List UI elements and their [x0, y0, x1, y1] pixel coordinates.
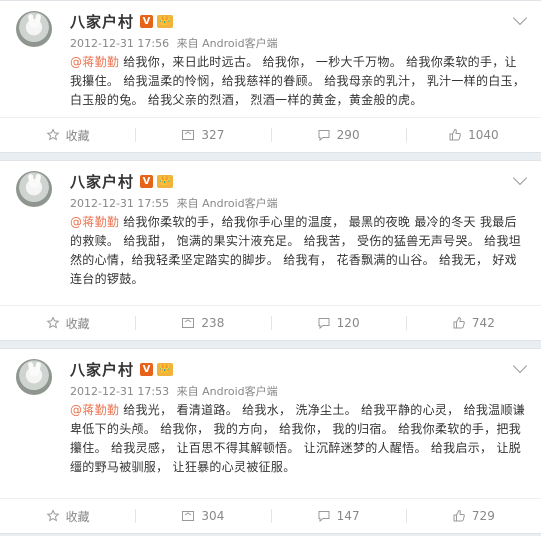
username[interactable]: 八家户村 — [70, 11, 134, 32]
username[interactable]: 八家户村 — [70, 359, 134, 380]
crown-badge-icon: 👑 — [157, 174, 174, 188]
comment-button[interactable]: 147 — [270, 499, 406, 533]
post-card: 八家户村 V 👑 2012-12-31 17:53 来自 Android客户端 … — [0, 348, 541, 534]
post-meta: 2012-12-31 17:53 来自 Android客户端 — [70, 383, 282, 399]
timestamp: 2012-12-31 17:56 — [70, 37, 170, 50]
mention-link[interactable]: @蒋勤勤 — [70, 403, 119, 417]
action-bar: 收藏 238 120 742 — [0, 305, 541, 340]
post-card: 八家户村 V 👑 2012-12-31 17:56 来自 Android客户端 … — [0, 0, 541, 153]
repost-count: 238 — [201, 316, 225, 330]
thumbs-up-icon — [448, 128, 462, 142]
thumbs-up-icon — [452, 509, 466, 523]
weibo-feed: 八家户村 V 👑 2012-12-31 17:56 来自 Android客户端 … — [0, 0, 541, 534]
repost-button[interactable]: 327 — [135, 118, 270, 152]
post-body: 给我你，来日此时远古。 给我你， 一秒大千万物。 给我你柔软的手，让我攥住。 给… — [70, 55, 526, 107]
post-header: 八家户村 V 👑 — [70, 171, 174, 192]
post-header: 八家户村 V 👑 — [70, 359, 174, 380]
verified-badge: V — [140, 14, 154, 28]
favorite-button[interactable]: 收藏 — [0, 306, 135, 340]
comment-button[interactable]: 290 — [270, 118, 406, 152]
comment-button[interactable]: 120 — [270, 306, 406, 340]
repost-button[interactable]: 238 — [135, 306, 270, 340]
like-count: 742 — [471, 316, 495, 330]
crown-badge-icon: 👑 — [157, 362, 174, 376]
comment-count: 147 — [336, 509, 360, 523]
repost-count: 304 — [201, 509, 225, 523]
repost-count: 327 — [201, 128, 225, 142]
star-icon — [46, 509, 60, 523]
comment-icon — [317, 128, 331, 142]
crown-badge-icon: 👑 — [157, 14, 174, 28]
comment-icon — [317, 509, 331, 523]
post-card: 八家户村 V 👑 2012-12-31 17:55 来自 Android客户端 … — [0, 160, 541, 341]
action-bar: 收藏 327 290 1040 — [0, 117, 541, 152]
star-icon — [46, 316, 60, 330]
post-meta: 2012-12-31 17:55 来自 Android客户端 — [70, 195, 282, 211]
mention-link[interactable]: @蒋勤勤 — [70, 55, 119, 69]
post-text: @蒋勤勤 给我你柔软的手，给我你手心里的温度， 最黑的夜晚 最冷的冬天 我最后的救… — [70, 213, 527, 289]
like-button[interactable]: 1040 — [405, 118, 541, 152]
star-icon — [46, 128, 60, 142]
avatar[interactable] — [16, 171, 52, 207]
repost-icon — [181, 509, 195, 523]
comment-icon — [317, 316, 331, 330]
favorite-button[interactable]: 收藏 — [0, 499, 135, 533]
favorite-button[interactable]: 收藏 — [0, 118, 135, 152]
verified-badge: V — [140, 174, 154, 188]
timestamp: 2012-12-31 17:55 — [70, 197, 170, 210]
avatar[interactable] — [16, 11, 52, 47]
username[interactable]: 八家户村 — [70, 171, 134, 192]
favorite-label: 收藏 — [65, 509, 90, 524]
favorite-label: 收藏 — [65, 316, 90, 331]
source: 来自 Android客户端 — [176, 385, 278, 398]
mention-link[interactable]: @蒋勤勤 — [70, 215, 119, 229]
post-meta: 2012-12-31 17:56 来自 Android客户端 — [70, 35, 282, 51]
like-button[interactable]: 742 — [405, 306, 541, 340]
like-count: 1040 — [468, 128, 499, 142]
source: 来自 Android客户端 — [176, 197, 278, 210]
comment-count: 290 — [336, 128, 360, 142]
post-header: 八家户村 V 👑 — [70, 11, 174, 32]
avatar[interactable] — [16, 359, 52, 395]
timestamp: 2012-12-31 17:53 — [70, 385, 170, 398]
post-body: 给我光， 看清道路。 给我水， 洗净尘土。 给我平静的心灵， 给我温顺谦卑低下的… — [70, 403, 526, 474]
thumbs-up-icon — [452, 316, 466, 330]
source: 来自 Android客户端 — [176, 37, 278, 50]
chevron-down-icon[interactable] — [512, 358, 528, 374]
comment-count: 120 — [336, 316, 360, 330]
post-body: 给我你柔软的手，给我你手心里的温度， 最黑的夜晚 最冷的冬天 我最后的救赎。 给… — [70, 215, 522, 286]
favorite-label: 收藏 — [65, 128, 90, 143]
action-bar: 收藏 304 147 729 — [0, 498, 541, 533]
repost-icon — [181, 316, 195, 330]
post-text: @蒋勤勤 给我光， 看清道路。 给我水， 洗净尘土。 给我平静的心灵， 给我温顺谦… — [70, 401, 527, 477]
repost-icon — [181, 128, 195, 142]
verified-badge: V — [140, 362, 154, 376]
like-button[interactable]: 729 — [405, 499, 541, 533]
repost-button[interactable]: 304 — [135, 499, 270, 533]
chevron-down-icon[interactable] — [512, 170, 528, 186]
post-text: @蒋勤勤 给我你，来日此时远古。 给我你， 一秒大千万物。 给我你柔软的手，让我攥… — [70, 53, 527, 110]
like-count: 729 — [471, 509, 495, 523]
chevron-down-icon[interactable] — [512, 10, 528, 26]
